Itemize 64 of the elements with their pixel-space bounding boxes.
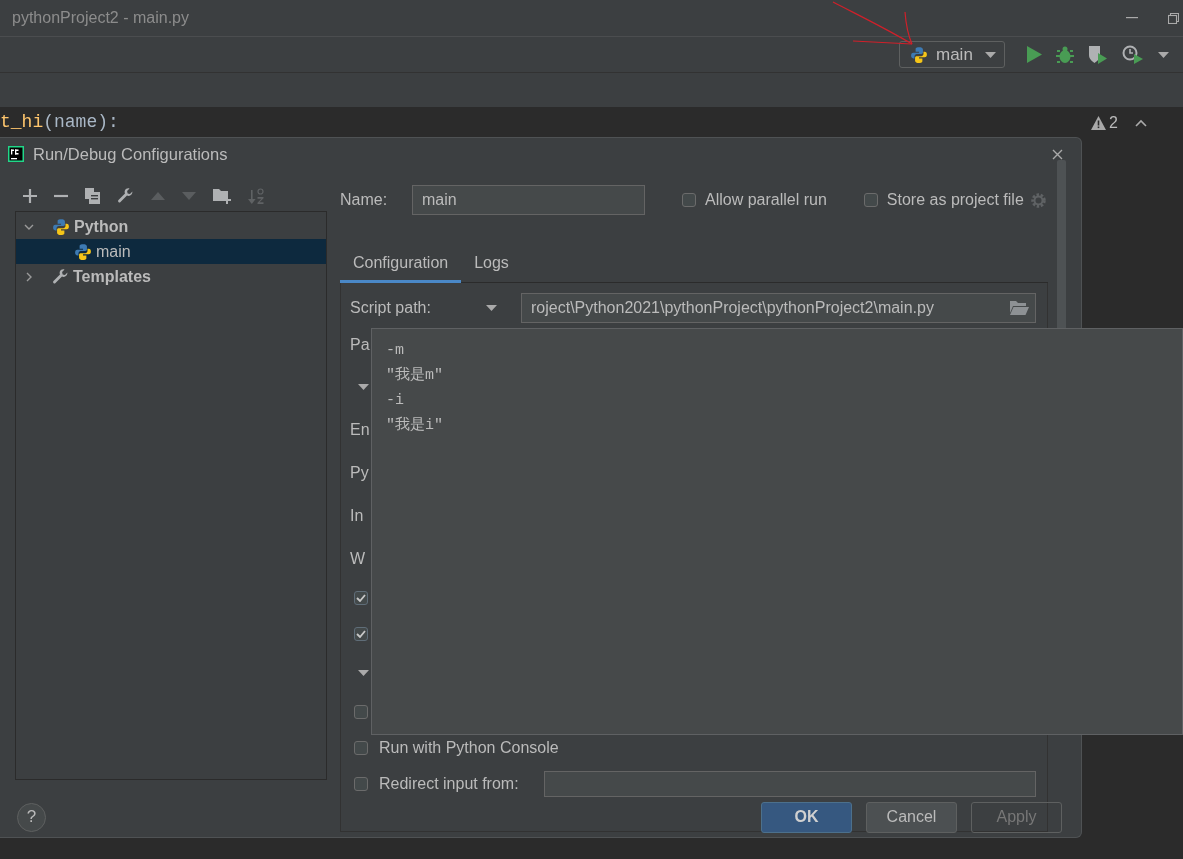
triangle-down-icon[interactable] <box>358 667 369 679</box>
checkbox[interactable] <box>354 777 368 791</box>
dialog-title: Run/Debug Configurations <box>33 144 229 164</box>
wrench-icon[interactable] <box>117 187 134 204</box>
checkbox[interactable] <box>354 627 368 641</box>
debug-button[interactable] <box>1056 45 1074 64</box>
triangle-down-icon[interactable] <box>358 381 369 393</box>
coverage-button[interactable] <box>1088 45 1108 64</box>
checkbox[interactable] <box>354 591 368 605</box>
python-icon <box>910 45 928 64</box>
python-icon <box>52 217 70 236</box>
ok-button[interactable]: OK <box>761 801 852 833</box>
checkbox[interactable] <box>354 741 368 755</box>
tab[interactable]: Configuration <box>340 246 462 283</box>
field-label: Pa <box>350 335 370 354</box>
checkbox-label: Allow parallel run <box>705 191 827 209</box>
checkbox-label: Redirect input from: <box>379 775 519 793</box>
python-icon <box>74 242 92 261</box>
field-label: Name: <box>340 191 389 209</box>
tree-item[interactable]: main <box>16 239 326 264</box>
checkbox-label: Store as project file <box>886 191 1024 209</box>
app-logo-icon <box>8 146 24 162</box>
field-label: Script path: <box>350 299 431 317</box>
parameter-line: -i <box>386 391 405 411</box>
field-label: En <box>350 420 370 439</box>
field-label: Py <box>350 463 369 482</box>
caret-icon[interactable] <box>1158 51 1169 58</box>
tab[interactable]: Logs <box>461 246 522 283</box>
chevron-up-icon[interactable] <box>1135 119 1147 127</box>
field-label: In <box>350 506 364 525</box>
window-title: pythonProject2 - main.py <box>12 9 190 27</box>
field-label: W <box>350 549 366 568</box>
checkbox-label: Run with Python Console <box>379 739 559 757</box>
warning-count: 2 <box>1109 114 1118 132</box>
warning-icon <box>1091 116 1107 130</box>
run-configuration-dropdown[interactable]: main <box>899 41 1005 68</box>
tree-item[interactable]: Python <box>16 214 326 239</box>
parameter-line: -m <box>386 341 405 361</box>
chevron-right-icon[interactable] <box>24 271 34 282</box>
minimize-icon[interactable] <box>1126 17 1138 19</box>
checkbox[interactable] <box>863 193 878 207</box>
close-icon[interactable] <box>1052 148 1063 160</box>
tree-item[interactable]: Templates <box>16 264 326 289</box>
restore-icon[interactable] <box>1168 12 1179 24</box>
run-button[interactable] <box>1027 46 1042 63</box>
profiler-button[interactable] <box>1122 45 1144 64</box>
parameter-line: "我是m" <box>386 365 444 386</box>
checkbox[interactable] <box>682 193 696 207</box>
script-path-field[interactable]: roject\Python2021\pythonProject\pythonProject2\main.py <box>521 293 1036 323</box>
caret-icon <box>985 51 996 58</box>
dialog-button[interactable]: Cancel <box>866 801 957 833</box>
caret-icon[interactable] <box>486 305 497 311</box>
new-folder-icon[interactable] <box>213 187 231 204</box>
code-text: (name): <box>43 112 119 132</box>
parameter-line: "我是i" <box>386 415 444 436</box>
help-button[interactable]: ? <box>17 802 46 832</box>
folder-icon[interactable] <box>1010 301 1029 315</box>
checkbox[interactable] <box>354 705 368 719</box>
copy-icon[interactable] <box>85 187 100 204</box>
add-icon[interactable] <box>23 188 37 203</box>
code-function-name: t_hi <box>0 112 44 132</box>
input-field[interactable] <box>544 771 1036 797</box>
name-field[interactable]: main <box>412 185 645 215</box>
wrench-icon <box>52 268 69 285</box>
